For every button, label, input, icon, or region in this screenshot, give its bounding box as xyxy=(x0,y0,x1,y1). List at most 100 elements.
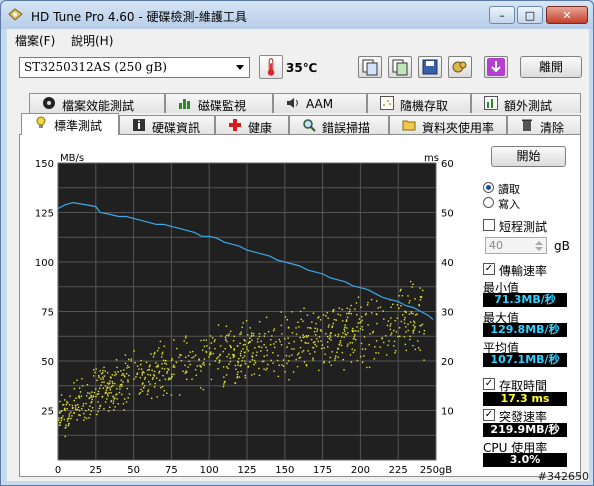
access-time-point xyxy=(390,332,393,334)
download-button[interactable] xyxy=(484,56,508,78)
access-time-point xyxy=(68,415,70,417)
drive-select[interactable]: ST3250312AS (250 gB) xyxy=(19,57,250,78)
min-value: 71.3MB/秒 xyxy=(483,293,567,307)
access-time-point xyxy=(236,375,239,378)
red-cross-icon xyxy=(229,119,241,131)
minimize-icon: – xyxy=(499,8,505,22)
access-time-point xyxy=(226,366,228,368)
access-time-point xyxy=(178,356,180,359)
close-button[interactable]: ✕ xyxy=(546,6,588,24)
access-time-point xyxy=(316,328,319,330)
access-time-point xyxy=(416,313,418,315)
copy-screenshot-button[interactable] xyxy=(388,56,412,78)
access-time-point xyxy=(225,374,228,376)
access-time-point xyxy=(354,349,356,351)
access-time-point xyxy=(399,290,402,292)
access-time-point xyxy=(123,369,125,371)
read-radio[interactable] xyxy=(483,182,494,193)
access-time-point xyxy=(349,354,352,356)
access-time-point xyxy=(96,393,99,396)
save-icon xyxy=(422,59,438,75)
access-time-point xyxy=(71,415,73,417)
access-time-point xyxy=(162,359,165,362)
y-right-tick-label: 20 xyxy=(441,357,454,368)
exit-button[interactable]: 離開 xyxy=(520,56,582,78)
tab-random-access[interactable]: 隨機存取 xyxy=(367,93,471,113)
access-time-point xyxy=(72,406,74,409)
access-time-point xyxy=(98,375,100,377)
access-time-point xyxy=(102,369,104,372)
tab-label: 檔案效能測試 xyxy=(62,99,135,113)
access-time-point xyxy=(242,357,244,359)
access-time-point xyxy=(173,373,175,376)
copy-text-button[interactable] xyxy=(358,56,382,78)
menu-help[interactable]: 說明(H) xyxy=(71,32,113,49)
spin-down-icon[interactable] xyxy=(533,246,545,253)
access-time-point xyxy=(191,378,193,380)
access-time-point xyxy=(300,318,302,321)
tab-info[interactable]: 硬碟資訊 xyxy=(119,115,215,135)
access-time-point xyxy=(91,396,93,398)
access-time-checkbox[interactable]: ✓ xyxy=(483,378,495,390)
x-tick-label: 75 xyxy=(165,465,178,475)
tab-extra-tests[interactable]: 額外測試 xyxy=(471,93,581,113)
short-test-size-input[interactable]: 40 xyxy=(485,237,547,254)
tab-error-scan[interactable]: 錯誤掃描 xyxy=(289,115,389,135)
tab-folder-usage[interactable]: 資料夾使用率 xyxy=(389,115,507,135)
tab-health[interactable]: 健康 xyxy=(215,115,289,135)
access-time-point xyxy=(130,358,132,360)
access-time-point xyxy=(361,316,363,318)
tab-file-benchmark[interactable]: 檔案效能測試 xyxy=(29,93,165,113)
access-time-point xyxy=(122,403,125,405)
access-time-point xyxy=(418,304,420,306)
access-time-point xyxy=(350,312,352,315)
short-test-checkbox[interactable] xyxy=(483,219,495,231)
access-time-point xyxy=(82,405,84,407)
access-time-point xyxy=(145,361,148,363)
access-time-point xyxy=(189,351,191,353)
magnifier-icon xyxy=(303,119,316,132)
access-time-point xyxy=(158,372,160,374)
copy-text-icon xyxy=(362,59,378,76)
access-time-point xyxy=(127,379,129,381)
tab-aam[interactable]: AAM xyxy=(273,93,367,113)
minimize-button[interactable]: – xyxy=(489,6,515,24)
access-time-point xyxy=(96,413,98,416)
title-bar[interactable]: HD Tune Pro 4.60 - 硬碟檢測-維護工具 – □ ✕ xyxy=(1,1,593,29)
access-time-point xyxy=(360,306,362,308)
access-time-point xyxy=(64,399,66,401)
access-time-point xyxy=(237,360,239,363)
spin-up-icon[interactable] xyxy=(533,239,545,246)
access-time-point xyxy=(313,331,316,333)
burst-rate-checkbox[interactable]: ✓ xyxy=(483,409,495,421)
access-time-point xyxy=(154,382,157,385)
options-icon xyxy=(452,61,467,73)
maximize-button[interactable]: □ xyxy=(517,6,543,24)
save-button[interactable] xyxy=(418,56,442,78)
access-time-point xyxy=(279,340,281,343)
access-time-point xyxy=(270,359,272,362)
menu-file[interactable]: 檔案(F) xyxy=(15,32,55,49)
access-time-point xyxy=(322,314,325,316)
access-time-point xyxy=(312,341,315,344)
access-time-point xyxy=(312,346,314,349)
access-time-point xyxy=(312,357,314,359)
access-time-point xyxy=(153,353,155,355)
access-time-point xyxy=(375,313,378,315)
access-time-point xyxy=(223,383,225,385)
access-time-point xyxy=(128,374,130,377)
transfer-rate-checkbox[interactable]: ✓ xyxy=(483,263,495,275)
access-time-point xyxy=(331,326,333,329)
write-radio[interactable] xyxy=(483,197,494,208)
access-time-point xyxy=(291,348,293,350)
access-time-point xyxy=(93,369,95,371)
access-time-point xyxy=(317,340,319,343)
tab-disk-monitor[interactable]: 磁碟監視 xyxy=(165,93,273,113)
access-time-point xyxy=(331,325,334,327)
tab-erase[interactable]: 清除 xyxy=(507,115,581,135)
tab-benchmark[interactable]: 標準測試 xyxy=(21,113,119,135)
options-button[interactable] xyxy=(448,56,472,78)
start-button[interactable]: 開始 xyxy=(491,146,566,167)
access-time-point xyxy=(89,392,91,395)
access-time-point xyxy=(144,378,146,380)
